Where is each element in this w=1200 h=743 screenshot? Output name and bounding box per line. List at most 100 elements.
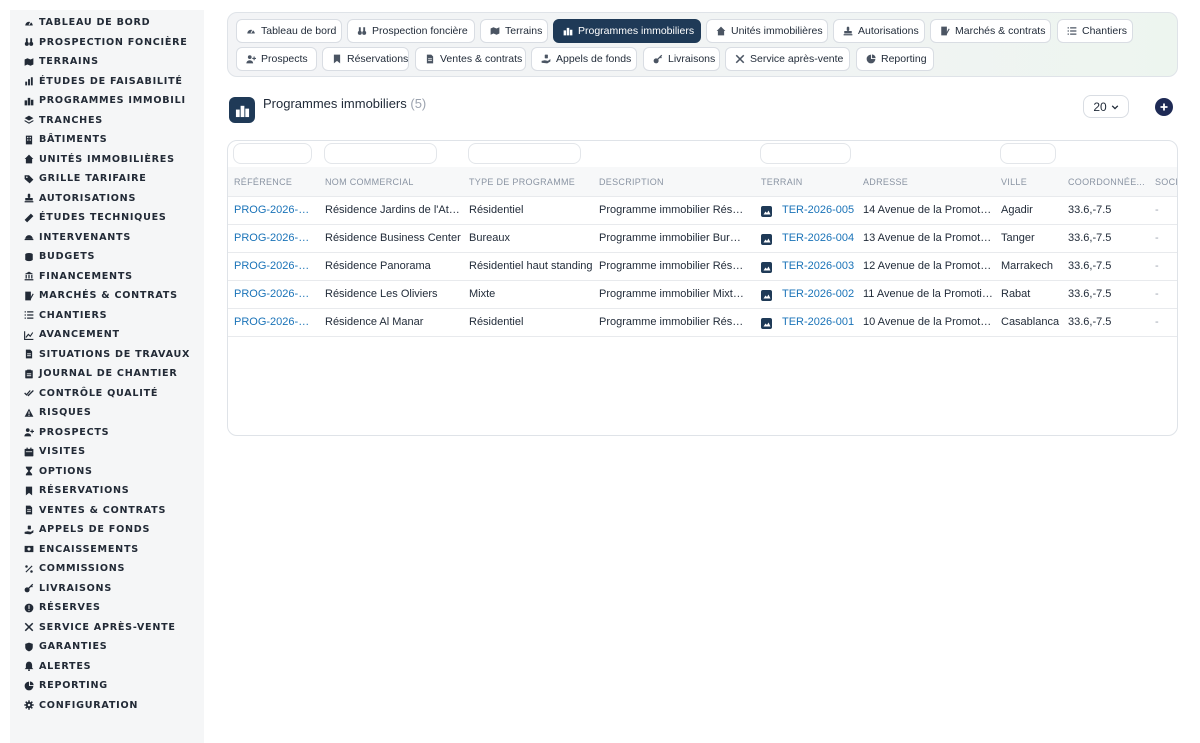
per-page-select[interactable]: 20 <box>1083 95 1129 118</box>
cell-ref[interactable]: PROG-2026-004 <box>234 232 315 244</box>
cell-terrain[interactable]: TER-2026-005 <box>782 204 855 216</box>
sidebar-item-tranches[interactable]: Tranches <box>10 111 204 131</box>
table-row[interactable]: PROG-2026-001 Résidence Al Manar Résidenti… <box>228 309 1177 337</box>
tab-unites-immobilieres[interactable]: Unités immobilières <box>706 19 828 43</box>
tab-label: Appels de fonds <box>556 53 632 65</box>
sidebar-item-avancement[interactable]: Avancement <box>10 325 204 345</box>
column-header-terrain[interactable]: Terrain <box>761 177 859 187</box>
filter-reference-input[interactable] <box>233 143 312 164</box>
tab-chantiers[interactable]: Chantiers <box>1057 19 1133 43</box>
sidebar-item-reserves[interactable]: Réserves <box>10 598 204 618</box>
sidebar-item-situations-de-travaux[interactable]: Situations de travaux <box>10 345 204 365</box>
sidebar-item-encaissements[interactable]: Encaissements <box>10 540 204 560</box>
sidebar-item-financements[interactable]: Financements <box>10 267 204 287</box>
sidebar-item-label: Situations de travaux <box>39 348 191 360</box>
sidebar-item-unites-immobilieres[interactable]: Unités immobilières <box>10 150 204 170</box>
table-row[interactable]: PROG-2026-005 Résidence Jardins de l'Atla… <box>228 197 1177 225</box>
sidebar-item-commissions[interactable]: Commissions <box>10 559 204 579</box>
sidebar-item-etudes-de-faisabilite[interactable]: Études de faisabilité <box>10 72 204 92</box>
sidebar-item-label: Études techniques <box>39 212 167 224</box>
tab-programmes-immobiliers[interactable]: Programmes immobiliers <box>553 19 701 43</box>
sidebar-item-garanties[interactable]: Garanties <box>10 637 204 657</box>
column-header-adresse[interactable]: Adresse <box>863 177 997 187</box>
tab-livraisons[interactable]: Livraisons <box>643 47 720 71</box>
sidebar-item-prospection-fonciere[interactable]: Prospection foncière <box>10 33 204 53</box>
cell-terrain[interactable]: TER-2026-004 <box>782 232 855 244</box>
sidebar-item-marches-contrats[interactable]: Marchés & contrats <box>10 286 204 306</box>
column-header-coordonnee[interactable]: Coordonnée... <box>1068 177 1153 187</box>
sidebar-item-controle-qualite[interactable]: Contrôle qualité <box>10 384 204 404</box>
sidebar-item-risques[interactable]: Risques <box>10 403 204 423</box>
sidebar-item-intervenants[interactable]: Intervenants <box>10 228 204 248</box>
sidebar-item-label: Encaissements <box>39 543 139 555</box>
gear-icon <box>24 700 34 710</box>
binoculars-icon <box>24 37 34 47</box>
sidebar-item-grille-tarifaire[interactable]: Grille tarifaire <box>10 169 204 189</box>
sidebar-item-label: Budgets <box>39 251 96 263</box>
cell-terrain[interactable]: TER-2026-001 <box>782 316 855 328</box>
sidebar-item-reporting[interactable]: Reporting <box>10 676 204 696</box>
table-row[interactable]: PROG-2026-002 Résidence Les Oliviers Mixte… <box>228 281 1177 309</box>
pie-icon <box>866 54 876 64</box>
add-programme-button[interactable] <box>1155 98 1173 116</box>
sidebar-item-terrains[interactable]: Terrains <box>10 52 204 72</box>
filter-type-input[interactable] <box>468 143 581 164</box>
column-header-soci[interactable]: Soci <box>1155 177 1177 187</box>
terrain-icon <box>761 206 772 217</box>
tab-reporting[interactable]: Reporting <box>856 47 934 71</box>
sidebar-item-autorisations[interactable]: Autorisations <box>10 189 204 209</box>
cell-type: Bureaux <box>469 232 510 244</box>
sidebar-item-options[interactable]: Options <box>10 462 204 482</box>
tab-terrains[interactable]: Terrains <box>480 19 548 43</box>
cell-nom: Résidence Jardins de l'Atlas <box>325 204 461 216</box>
column-header-reference[interactable]: Référence <box>234 177 319 187</box>
sidebar-item-label: Visites <box>39 446 86 458</box>
cell-ref[interactable]: PROG-2026-005 <box>234 204 315 216</box>
tab-ventes-contrats[interactable]: Ventes & contrats <box>415 47 526 71</box>
tab-service-apres-vente[interactable]: Service après-vente <box>725 47 850 71</box>
tab-reservations[interactable]: Réservations <box>322 47 409 71</box>
filter-terrain-input[interactable] <box>760 143 851 164</box>
sidebar-item-label: Chantiers <box>39 309 108 321</box>
filter-nom-commercial-input[interactable] <box>324 143 437 164</box>
cell-ref[interactable]: PROG-2026-003 <box>234 260 315 272</box>
sidebar-item-ventes-contrats[interactable]: Ventes & contrats <box>10 501 204 521</box>
column-header-type-de-programme[interactable]: Type de programme <box>469 177 597 187</box>
tab-tableau-de-bord[interactable]: Tableau de bord <box>236 19 342 43</box>
cell-terrain[interactable]: TER-2026-002 <box>782 288 855 300</box>
tab-label: Unités immobilières <box>731 25 823 37</box>
sidebar-item-alertes[interactable]: Alertes <box>10 657 204 677</box>
sidebar-item-batiments[interactable]: Bâtiments <box>10 130 204 150</box>
tab-prospects[interactable]: Prospects <box>236 47 317 71</box>
sidebar-item-budgets[interactable]: Budgets <box>10 247 204 267</box>
tab-marches-contrats[interactable]: Marchés & contrats <box>930 19 1051 43</box>
cell-adresse: 13 Avenue de la Promotion <box>863 232 993 244</box>
sidebar-item-configuration[interactable]: Configuration <box>10 696 204 716</box>
table-row[interactable]: PROG-2026-003 Résidence Panorama Résidenti… <box>228 253 1177 281</box>
sidebar-item-tableau-de-bord[interactable]: Tableau de bord <box>10 13 204 33</box>
cell-ref[interactable]: PROG-2026-002 <box>234 288 315 300</box>
column-header-ville[interactable]: Ville <box>1001 177 1066 187</box>
sidebar-item-prospects[interactable]: Prospects <box>10 423 204 443</box>
cell-terrain[interactable]: TER-2026-003 <box>782 260 855 272</box>
sidebar-item-appels-de-fonds[interactable]: Appels de fonds <box>10 520 204 540</box>
sidebar-item-journal-de-chantier[interactable]: Journal de chantier <box>10 364 204 384</box>
cell-ref[interactable]: PROG-2026-001 <box>234 316 315 328</box>
tab-autorisations[interactable]: Autorisations <box>833 19 925 43</box>
sidebar-item-chantiers[interactable]: Chantiers <box>10 306 204 326</box>
sidebar-item-programmes-immobili[interactable]: Programmes immobili <box>10 91 204 111</box>
page-title-text: Programmes immobiliers <box>263 96 407 111</box>
table-row[interactable]: PROG-2026-004 Résidence Business Center Bu… <box>228 225 1177 253</box>
sidebar-item-visites[interactable]: Visites <box>10 442 204 462</box>
sidebar-item-service-apres-vente[interactable]: Service après-vente <box>10 618 204 638</box>
sidebar-item-etudes-techniques[interactable]: Études techniques <box>10 208 204 228</box>
bookmark-icon <box>332 54 342 64</box>
sidebar-item-reservations[interactable]: Réservations <box>10 481 204 501</box>
tab-prospection-fonciere[interactable]: Prospection foncière <box>347 19 475 43</box>
column-header-description[interactable]: Description <box>599 177 749 187</box>
filter-ville-input[interactable] <box>1000 143 1056 164</box>
sidebar-item-label: Prospects <box>39 426 110 438</box>
sidebar-item-livraisons[interactable]: Livraisons <box>10 579 204 599</box>
tab-appels-de-fonds[interactable]: Appels de fonds <box>531 47 637 71</box>
column-header-nom-commercial[interactable]: Nom commercial <box>325 177 465 187</box>
